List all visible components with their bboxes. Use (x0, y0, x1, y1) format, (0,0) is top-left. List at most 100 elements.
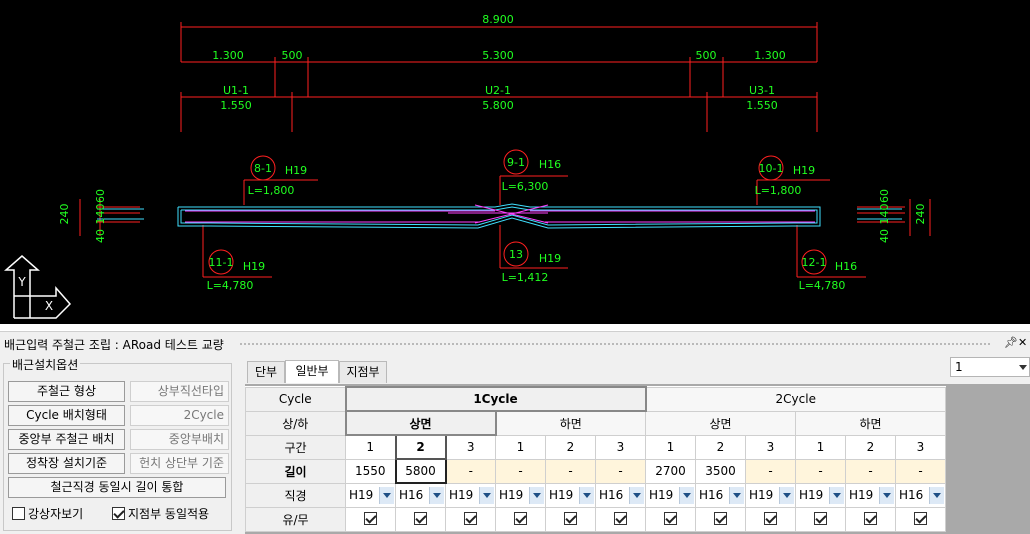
options-group: 배근설치옵션 주철근 형상 상부직선타입 Cycle 배치형태 2Cycle 중… (3, 356, 232, 531)
splitter[interactable] (0, 324, 1030, 332)
rebar-shape-value: 상부직선타입 (130, 381, 229, 402)
tab-general[interactable]: 일반부 (285, 360, 339, 383)
tag-len: L=1,412 (502, 271, 549, 284)
diameter-select[interactable]: H19 (445, 482, 496, 508)
length-cell[interactable]: - (595, 458, 646, 484)
diameter-select[interactable]: H16 (895, 482, 946, 508)
length-cell[interactable]: 5800 (394, 458, 447, 484)
dim-label: 500 (282, 49, 303, 62)
section-cell[interactable]: 1 (345, 434, 396, 460)
diameter-select[interactable]: H19 (645, 482, 696, 508)
chevron-down-icon[interactable] (729, 486, 744, 504)
rebar-grid-panel: 단부 일반부 지점부 1 Cycle 1Cycle 2Cycle 상/하 상면 … (243, 354, 1030, 534)
diameter-select[interactable]: H16 (695, 482, 746, 508)
chevron-down-icon[interactable] (879, 486, 894, 504)
checkbox-box (664, 512, 677, 525)
merge-length-button[interactable]: 철근직경 동일시 길이 통합 (8, 477, 226, 498)
diameter-select[interactable]: H19 (345, 482, 396, 508)
chevron-down-icon[interactable] (379, 486, 394, 504)
enabled-checkbox[interactable] (545, 506, 596, 532)
enabled-checkbox[interactable] (395, 506, 446, 532)
length-cell[interactable]: - (895, 458, 946, 484)
enabled-checkbox[interactable] (895, 506, 946, 532)
section-cell[interactable]: 1 (495, 434, 546, 460)
cycle-select[interactable]: 1 (950, 357, 1030, 377)
diameter-select[interactable]: H16 (595, 482, 646, 508)
checkbox-box (414, 512, 427, 525)
length-cell[interactable]: - (795, 458, 846, 484)
chevron-down-icon (1019, 365, 1027, 370)
table-row: 상/하 상면 하면 상면 하면 (245, 410, 946, 436)
tab-support[interactable]: 지점부 (339, 361, 387, 383)
length-cell[interactable]: 3500 (695, 458, 746, 484)
chevron-down-icon[interactable] (429, 487, 444, 504)
length-cell[interactable]: - (495, 458, 546, 484)
chevron-down-icon[interactable] (829, 486, 844, 504)
steel-box-view-checkbox[interactable]: 강상자보기 (12, 507, 83, 523)
cycle-2-header[interactable]: 2Cycle (645, 386, 946, 412)
section-cell[interactable]: 3 (895, 434, 946, 460)
support-same-checkbox[interactable]: 지점부 동일적용 (112, 507, 209, 523)
tag-id: 8-1 (254, 162, 272, 175)
length-cell[interactable]: - (845, 458, 896, 484)
length-cell[interactable]: - (445, 458, 496, 484)
enabled-checkbox[interactable] (745, 506, 796, 532)
face-cell[interactable]: 상면 (344, 410, 497, 436)
chevron-down-icon[interactable] (629, 486, 644, 504)
chevron-down-icon[interactable] (479, 486, 494, 504)
diameter-select[interactable]: H19 (495, 482, 546, 508)
length-cell[interactable]: - (545, 458, 596, 484)
length-cell[interactable]: 1550 (345, 458, 396, 484)
section-cell[interactable]: 3 (745, 434, 796, 460)
enabled-checkbox[interactable] (345, 506, 396, 532)
diameter-select[interactable]: H19 (845, 482, 896, 508)
cycle-1-header[interactable]: 1Cycle (344, 386, 647, 412)
section-cell[interactable]: 3 (595, 434, 646, 460)
diameter-select[interactable]: H19 (795, 482, 846, 508)
chevron-down-icon[interactable] (579, 486, 594, 504)
cad-viewport[interactable]: 8.900 1.300 500 5.300 500 1.300 U1-1 U2-… (0, 0, 1030, 324)
height-label: 240 (914, 204, 927, 225)
section-cell[interactable]: 2 (545, 434, 596, 460)
enabled-checkbox[interactable] (845, 506, 896, 532)
diameter-value: H19 (849, 488, 874, 502)
enabled-checkbox[interactable] (495, 506, 546, 532)
diameter-select[interactable]: H16 (395, 482, 446, 508)
chevron-down-icon[interactable] (679, 486, 694, 504)
diameter-value: H16 (899, 488, 924, 502)
face-cell[interactable]: 하면 (795, 410, 946, 436)
face-cell[interactable]: 하면 (495, 410, 646, 436)
face-cell[interactable]: 상면 (645, 410, 796, 436)
section-cell[interactable]: 3 (445, 434, 496, 460)
section-cell[interactable]: 2 (845, 434, 896, 460)
section-cell[interactable]: 2 (394, 434, 447, 460)
cycle-layout-button[interactable]: Cycle 배치형태 (8, 405, 125, 426)
dim-label: 5.300 (482, 49, 514, 62)
enabled-checkbox[interactable] (595, 506, 646, 532)
close-icon[interactable]: ✕ (1018, 336, 1027, 349)
tab-end[interactable]: 단부 (247, 361, 285, 383)
section-name: U1-1 (223, 84, 249, 97)
length-cell[interactable]: - (745, 458, 796, 484)
length-cell[interactable]: 2700 (645, 458, 696, 484)
enabled-checkbox[interactable] (645, 506, 696, 532)
checkbox-label: 강상자보기 (28, 507, 84, 521)
section-cell[interactable]: 1 (795, 434, 846, 460)
rebar-shape-button[interactable]: 주철근 형상 (8, 381, 125, 402)
anchorage-button[interactable]: 정착장 설치기준 (8, 453, 125, 474)
diameter-select[interactable]: H19 (545, 482, 596, 508)
chevron-down-icon[interactable] (929, 486, 944, 504)
section-cell[interactable]: 2 (695, 434, 746, 460)
chevron-down-icon[interactable] (779, 486, 794, 504)
section-cell[interactable]: 1 (645, 434, 696, 460)
chevron-down-icon[interactable] (529, 486, 544, 504)
enabled-checkbox[interactable] (695, 506, 746, 532)
checkbox-box (364, 512, 377, 525)
diameter-value: H16 (399, 488, 424, 503)
enabled-checkbox[interactable] (795, 506, 846, 532)
diameter-select[interactable]: H19 (745, 482, 796, 508)
enabled-checkbox[interactable] (445, 506, 496, 532)
center-rebar-button[interactable]: 중앙부 주철근 배치 (8, 429, 125, 450)
rebar-table: Cycle 1Cycle 2Cycle 상/하 상면 하면 상면 하면 구간 1… (245, 386, 946, 532)
pin-icon[interactable]: 📌︎ (1004, 336, 1018, 349)
